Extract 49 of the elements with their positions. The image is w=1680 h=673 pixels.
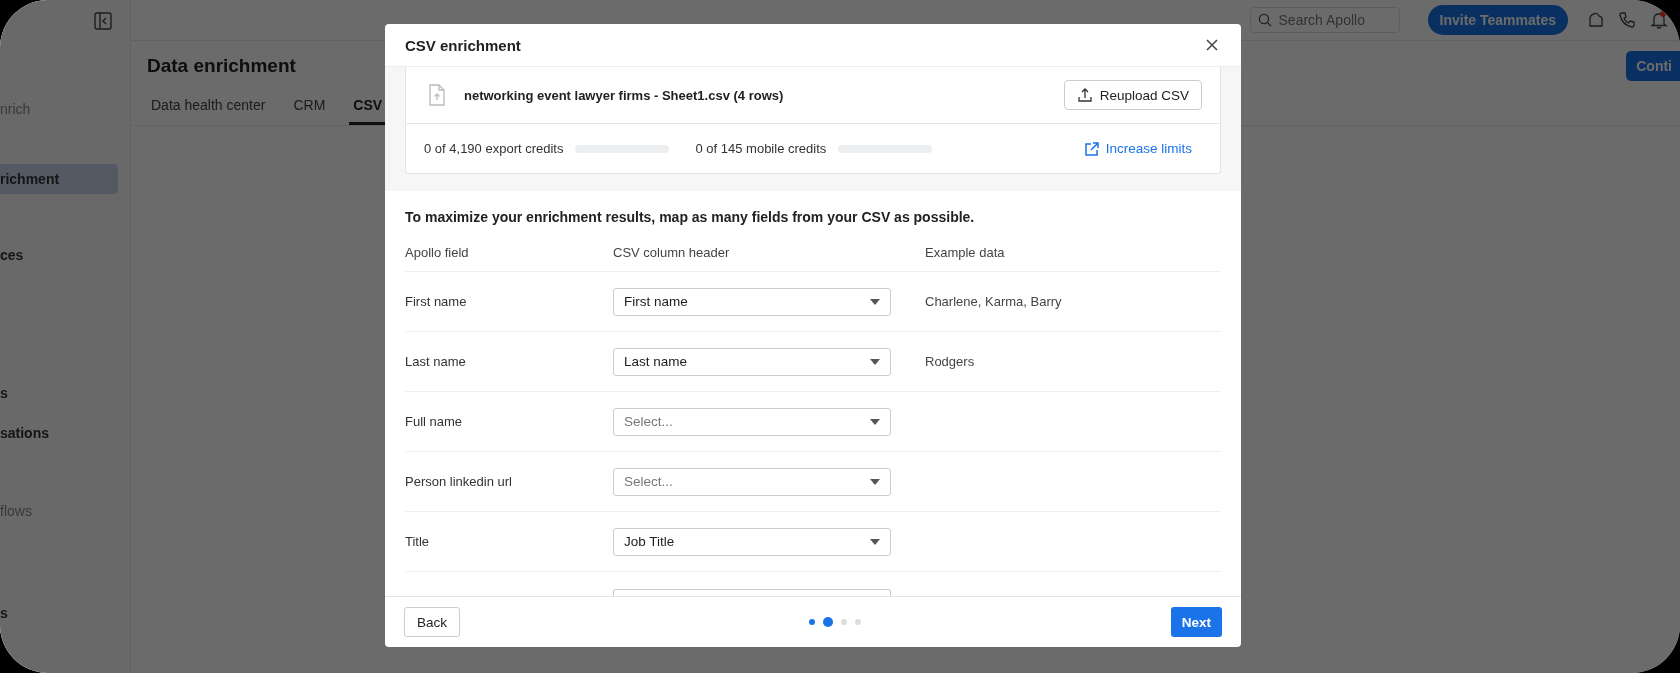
search-field[interactable]: Search Apollo xyxy=(1249,7,1400,33)
column-select[interactable]: Select... xyxy=(613,467,891,496)
back-button[interactable]: Back xyxy=(404,607,460,637)
column-select[interactable]: Job Title xyxy=(613,527,891,556)
dialog-title: CSV enrichment xyxy=(405,36,521,54)
invite-button[interactable]: Invite Teammates xyxy=(1427,5,1568,35)
column-header: Example data xyxy=(925,244,1006,260)
column-header: CSV column header xyxy=(613,244,731,260)
column-select[interactable]: Last name xyxy=(613,347,891,376)
caret-icon xyxy=(870,298,880,305)
sidebar-item[interactable]: sations xyxy=(0,418,118,448)
phone-icon[interactable] xyxy=(1618,11,1636,29)
file-upload-icon xyxy=(428,84,446,106)
caret-icon xyxy=(870,538,880,545)
credits-label: 0 of 145 mobile credits xyxy=(695,141,827,156)
field-label: Last name xyxy=(405,354,467,369)
credits-label: 0 of 4,190 export credits xyxy=(424,141,564,156)
caret-icon xyxy=(870,478,880,485)
reupload-button[interactable]: Reupload CSV xyxy=(1063,80,1202,110)
field-label: Title xyxy=(405,534,431,549)
file-name: networking event lawyer firms - Sheet1.csv (4 rows) xyxy=(464,87,785,103)
example-data: Charlene, Karma, Barry xyxy=(925,294,1063,309)
tab[interactable]: Data health center xyxy=(147,91,270,125)
column-header: Apollo field xyxy=(405,244,470,260)
upload-icon xyxy=(1076,87,1093,103)
search-icon xyxy=(1257,13,1272,27)
field-label: Person linkedin url xyxy=(405,474,513,489)
external-link-icon xyxy=(1083,140,1100,157)
next-button[interactable]: Next xyxy=(1170,607,1222,637)
column-select[interactable]: First name xyxy=(613,287,891,316)
sidebar-item[interactable]: ces xyxy=(0,240,118,270)
tab[interactable]: CRM xyxy=(289,91,330,125)
page-title: Data enrichment xyxy=(147,55,296,77)
sidebar-item[interactable]: richment xyxy=(0,164,118,194)
cloud-icon[interactable] xyxy=(1586,11,1604,29)
sidebar-item[interactable]: s xyxy=(0,378,118,408)
sidebar-collapse-icon[interactable] xyxy=(94,12,112,30)
field-label: Full name xyxy=(405,414,464,429)
continue-button[interactable]: Conti xyxy=(1626,51,1680,81)
sidebar-item[interactable]: s xyxy=(0,598,118,628)
caret-icon xyxy=(870,358,880,365)
instructions-text: To maximize your enrichment results, map as many fields from your CSV as possible. xyxy=(405,209,976,225)
close-icon[interactable] xyxy=(1205,38,1219,52)
increase-limits-link[interactable]: Increase limits xyxy=(1083,140,1192,157)
example-data: Rodgers xyxy=(925,354,976,369)
field-label: First name xyxy=(405,294,468,309)
caret-icon xyxy=(870,418,880,425)
bell-icon[interactable] xyxy=(1650,11,1668,29)
column-select[interactable]: Select... xyxy=(613,407,891,436)
